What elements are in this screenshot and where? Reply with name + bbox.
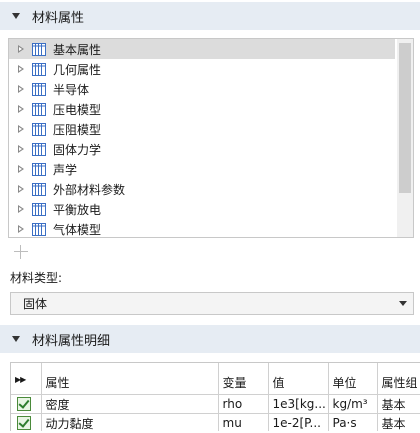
cell-unit: kg/m³ [328, 394, 378, 414]
property-group-icon [32, 122, 46, 136]
table-row[interactable]: 密度 rho 1e3[kg... kg/m³ 基本 [11, 394, 420, 414]
tree-item[interactable]: 压阻模型 [9, 119, 395, 139]
property-table: ▶▶ 属性 变量 值 单位 属性组 密度 rho 1e3[kg... kg/m³… [10, 362, 420, 431]
tree-item-label: 外部材料参数 [53, 182, 126, 197]
section-title: 材料属性明细 [32, 333, 111, 349]
table-header-row: ▶▶ 属性 变量 值 单位 属性组 [11, 363, 420, 395]
tree-item-label: 基本属性 [53, 42, 102, 57]
check-icon[interactable] [17, 397, 31, 412]
tree-item[interactable]: 基本属性 [9, 39, 395, 59]
material-type-label: 材料类型: [10, 271, 63, 285]
tree-item-label: 半导体 [53, 82, 90, 97]
column-header-property[interactable]: 属性 [41, 363, 219, 395]
expand-arrow-icon[interactable] [18, 65, 24, 73]
expand-arrow-icon[interactable] [18, 165, 24, 173]
expand-arrow-icon[interactable] [18, 145, 24, 153]
section-title: 材料属性 [32, 10, 85, 26]
expand-arrow-icon[interactable] [18, 45, 24, 53]
tree-item[interactable]: 压电模型 [9, 99, 395, 119]
column-header-group[interactable]: 属性组 [377, 363, 420, 395]
tree-item[interactable]: 气体模型 [9, 219, 395, 237]
material-type-select[interactable]: 固体 [10, 292, 414, 315]
cell-value[interactable]: 1e-2[P... [268, 413, 329, 431]
tree-item[interactable]: 几何属性 [9, 59, 395, 79]
property-group-icon [32, 182, 46, 196]
column-header-variable[interactable]: 变量 [218, 363, 269, 395]
tree-item[interactable]: 固体力学 [9, 139, 395, 159]
tree-item-label: 压阻模型 [53, 122, 102, 137]
collapse-arrow-icon[interactable] [12, 336, 20, 342]
cell-group: 基本 [377, 394, 420, 414]
double-arrow-icon[interactable]: ▶▶ [15, 375, 26, 384]
property-group-tree[interactable]: 基本属性 几何属性 半导体 压电模型 压阻模型 固体力学 声学 外部材料参数 平… [8, 38, 414, 238]
tree-item-label: 几何属性 [53, 62, 102, 77]
tree-item-label: 声学 [53, 162, 78, 177]
column-header-unit[interactable]: 单位 [328, 363, 378, 395]
expand-all-column[interactable]: ▶▶ [11, 363, 42, 395]
cell-property: 密度 [41, 394, 219, 414]
column-header-value[interactable]: 值 [268, 363, 329, 395]
cell-group: 基本 [377, 413, 420, 431]
property-group-icon [32, 202, 46, 216]
material-details-section-header[interactable]: 材料属性明细 [0, 325, 420, 353]
tree-item-label: 压电模型 [53, 102, 102, 117]
property-group-icon [32, 82, 46, 96]
scrollbar-thumb[interactable] [399, 43, 411, 193]
chevron-down-icon[interactable] [399, 301, 407, 306]
tree-item-label: 气体模型 [53, 222, 102, 237]
expand-arrow-icon[interactable] [18, 125, 24, 133]
tree-item[interactable]: 声学 [9, 159, 395, 179]
material-properties-section-header[interactable]: 材料属性 [0, 2, 420, 30]
property-group-icon [32, 162, 46, 176]
property-group-icon [32, 102, 46, 116]
table-row[interactable]: 动力黏度 mu 1e-2[P... Pa·s 基本 [11, 413, 420, 431]
collapse-arrow-icon[interactable] [12, 13, 20, 19]
property-group-icon [32, 142, 46, 156]
tree-scrollbar[interactable] [397, 39, 413, 237]
expand-arrow-icon[interactable] [18, 105, 24, 113]
material-type-value: 固体 [23, 297, 48, 311]
cell-variable: mu [218, 413, 269, 431]
expand-arrow-icon[interactable] [18, 225, 24, 233]
expand-arrow-icon[interactable] [18, 185, 24, 193]
check-icon[interactable] [17, 416, 31, 431]
add-icon[interactable] [14, 245, 28, 259]
tree-item-label: 平衡放电 [53, 202, 102, 217]
tree-item[interactable]: 外部材料参数 [9, 179, 395, 199]
cell-property: 动力黏度 [41, 413, 219, 431]
cell-value[interactable]: 1e3[kg... [268, 394, 329, 414]
property-group-icon [32, 42, 46, 56]
cell-variable: rho [218, 394, 269, 414]
tree-item-label: 固体力学 [53, 142, 102, 157]
expand-arrow-icon[interactable] [18, 205, 24, 213]
tree-item[interactable]: 平衡放电 [9, 199, 395, 219]
cell-unit: Pa·s [328, 413, 378, 431]
property-group-icon [32, 62, 46, 76]
property-group-icon [32, 222, 46, 236]
tree-item[interactable]: 半导体 [9, 79, 395, 99]
expand-arrow-icon[interactable] [18, 85, 24, 93]
